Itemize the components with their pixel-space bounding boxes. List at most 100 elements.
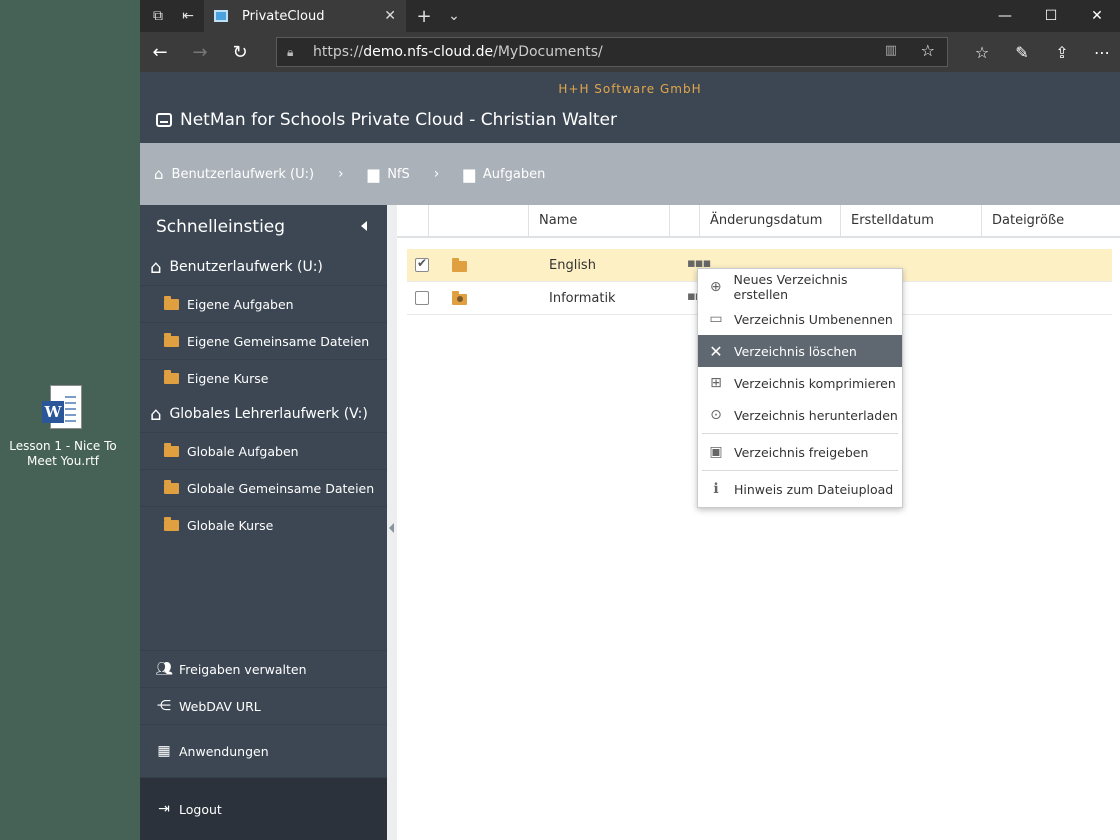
rename-icon: ▭ xyxy=(709,311,723,327)
folder-icon xyxy=(164,442,179,457)
forward-icon[interactable]: → xyxy=(180,32,220,72)
folder-icon xyxy=(164,332,179,347)
sidebar-item-label: Globale Aufgaben xyxy=(187,443,299,459)
set-aside-tabs-icon[interactable]: ⇤ xyxy=(170,0,206,32)
folder-icon xyxy=(164,295,179,310)
menu-item-label: Neues Verzeichnis erstellen xyxy=(733,272,848,302)
minimize-icon[interactable]: — xyxy=(982,0,1028,32)
sidebar-item[interactable]: Eigene Gemeinsame Dateien xyxy=(140,322,387,359)
folder-icon xyxy=(164,516,179,531)
tab-title: PrivateCloud xyxy=(242,8,325,24)
breadcrumb-item[interactable]: ▆ Aufgaben xyxy=(463,165,545,183)
sidebar-item-label: Globale Gemeinsame Dateien xyxy=(187,480,375,496)
column-modified[interactable]: Änderungsdatum xyxy=(699,205,840,236)
column-created[interactable]: Erstelldatum xyxy=(840,205,981,236)
column-name[interactable]: Name xyxy=(528,205,669,236)
shared-folder-icon xyxy=(452,291,467,305)
compress-icon: ⊞ xyxy=(710,375,722,391)
close-tab-icon[interactable]: ✕ xyxy=(384,8,396,24)
menu-item-rename[interactable]: ▭ Verzeichnis Umbenennen xyxy=(698,303,902,335)
row-name: Informatik xyxy=(549,291,616,306)
column-size[interactable]: Dateigröße xyxy=(981,205,1120,236)
sidebar-group-user-drive[interactable]: ⌂ Benutzerlaufwerk (U:) xyxy=(140,249,387,285)
breadcrumb: ⌂ Benutzerlaufwerk (U:) › ▆ NfS › ▆ Aufg… xyxy=(140,143,1120,205)
collapse-sidebar-icon[interactable] xyxy=(361,221,367,231)
sidebar-item[interactable]: Eigene Kurse xyxy=(140,359,387,396)
breadcrumb-item[interactable]: ▆ NfS xyxy=(368,165,410,183)
menu-item-upload-info[interactable]: ℹ Hinweis zum Dateiupload xyxy=(698,473,902,505)
site-favicon-icon xyxy=(214,10,228,22)
breadcrumb-label: NfS xyxy=(387,166,410,182)
tab-list-chevron-icon[interactable]: ⌄ xyxy=(436,0,472,32)
sidebar-link-webdav[interactable]: ⋲ WebDAV URL xyxy=(140,687,387,724)
cloud-drive-icon xyxy=(156,113,172,127)
sidebar: Schnelleinstieg ⌂ Benutzerlaufwerk (U:) … xyxy=(140,205,387,840)
pen-icon[interactable]: ✎ xyxy=(1002,32,1042,72)
favorite-star-icon[interactable]: ☆ xyxy=(921,41,935,60)
desktop-file-icon[interactable]: W Lesson 1 - Nice To Meet You.rtf xyxy=(8,385,118,469)
folder-icon: ▆ xyxy=(367,165,380,183)
collapse-arrow-icon[interactable] xyxy=(389,523,394,533)
page-title: NetMan for Schools Private Cloud - Chris… xyxy=(156,110,617,130)
grid-header: Name Änderungsdatum Erstelldatum Dateigr… xyxy=(397,205,1120,238)
close-window-icon[interactable]: ✕ xyxy=(1074,0,1120,32)
tab-privatecloud[interactable]: PrivateCloud ✕ xyxy=(204,0,406,32)
maximize-icon[interactable]: ☐ xyxy=(1028,0,1074,32)
back-icon[interactable]: ← xyxy=(140,32,180,72)
url-prefix: https:// xyxy=(313,44,364,60)
download-circle-icon: ⊙ xyxy=(710,407,722,423)
sidebar-item-label: Eigene Gemeinsame Dateien xyxy=(187,333,370,349)
menu-item-download[interactable]: ⊙ Verzeichnis herunterladen xyxy=(698,399,902,431)
menu-item-label: Verzeichnis freigeben xyxy=(734,444,869,460)
context-menu: ⊕ Neues Verzeichnis erstellen ▭ Verzeichni… xyxy=(697,268,903,508)
reading-view-icon[interactable]: ▥ xyxy=(885,43,897,58)
menu-item-label: Verzeichnis komprimieren xyxy=(734,375,896,391)
home-icon: ⌂ xyxy=(150,256,162,278)
share-icon[interactable]: ⇪ xyxy=(1042,32,1082,72)
word-document-icon: W xyxy=(42,385,84,433)
breadcrumb-label: Benutzerlaufwerk (U:) xyxy=(171,166,315,182)
sidebar-link-apps[interactable]: ▦ Anwendungen xyxy=(140,724,387,777)
row-checkbox[interactable] xyxy=(415,291,429,305)
sidebar-group-label: Globales Lehrerlaufwerk (V:) xyxy=(169,406,368,422)
menu-separator xyxy=(702,470,898,471)
sidebar-heading: Schnelleinstieg xyxy=(140,205,387,249)
home-icon: ⌂ xyxy=(150,403,162,425)
private-cloud-app: H+H Software GmbH NetMan for Schools Pri… xyxy=(140,72,1120,840)
menu-item-label: Verzeichnis löschen xyxy=(734,343,857,359)
breadcrumb-label: Aufgaben xyxy=(482,166,546,182)
menu-item-new-folder[interactable]: ⊕ Neues Verzeichnis erstellen xyxy=(698,271,902,303)
sidebar-item[interactable]: Globale Aufgaben xyxy=(140,432,387,469)
sidebar-item[interactable]: Globale Kurse xyxy=(140,506,387,543)
sidebar-item[interactable]: Globale Gemeinsame Dateien xyxy=(140,469,387,506)
sidebar-heading-text: Schnelleinstieg xyxy=(156,217,286,237)
sidebar-splitter[interactable] xyxy=(387,205,397,840)
plus-circle-icon: ⊕ xyxy=(709,279,722,295)
sidebar-bottom-links: 👥︎ Freigaben verwalten ⋲ WebDAV URL ▦ Anwen… xyxy=(140,650,387,840)
folder-icon: ▆ xyxy=(463,165,475,183)
column-icon xyxy=(428,205,528,236)
url-host: demo.nfs-cloud.de xyxy=(363,44,494,60)
column-label: Erstelldatum xyxy=(851,213,934,228)
favorites-list-icon[interactable]: ☆ xyxy=(962,32,1002,72)
row-checkbox[interactable] xyxy=(415,256,429,272)
sidebar-item[interactable]: Eigene Aufgaben xyxy=(140,285,387,322)
grid-icon: ▦ xyxy=(157,743,171,759)
url-input[interactable]: 🔒︎ https:// demo.nfs-cloud.de /MyDocumen… xyxy=(276,37,948,67)
sidebar-item-label: Eigene Aufgaben xyxy=(187,296,294,312)
title-bar: ⧉ ⇤ PrivateCloud ✕ + ⌄ — ☐ ✕ xyxy=(140,0,1120,32)
menu-item-share[interactable]: ▣ Verzeichnis freigeben xyxy=(698,436,902,468)
logout-icon: ⇥ xyxy=(158,801,170,817)
lock-icon: 🔒︎ xyxy=(287,44,294,59)
menu-item-delete[interactable]: ✕ Verzeichnis löschen xyxy=(698,335,902,367)
sidebar-link-shares[interactable]: 👥︎ Freigaben verwalten xyxy=(140,650,387,687)
menu-item-compress[interactable]: ⊞ Verzeichnis komprimieren xyxy=(698,367,902,399)
sidebar-group-teacher-drive[interactable]: ⌂ Globales Lehrerlaufwerk (V:) xyxy=(140,396,387,432)
logout-button[interactable]: ⇥ Logout xyxy=(140,777,387,840)
breadcrumb-item[interactable]: ⌂ Benutzerlaufwerk (U:) xyxy=(154,165,314,183)
folder-icon xyxy=(164,479,179,494)
row-name: English xyxy=(549,258,596,273)
refresh-icon[interactable]: ↻ xyxy=(220,32,260,72)
app-header: H+H Software GmbH NetMan for Schools Pri… xyxy=(140,72,1120,143)
more-icon[interactable]: ⋯ xyxy=(1082,32,1120,72)
